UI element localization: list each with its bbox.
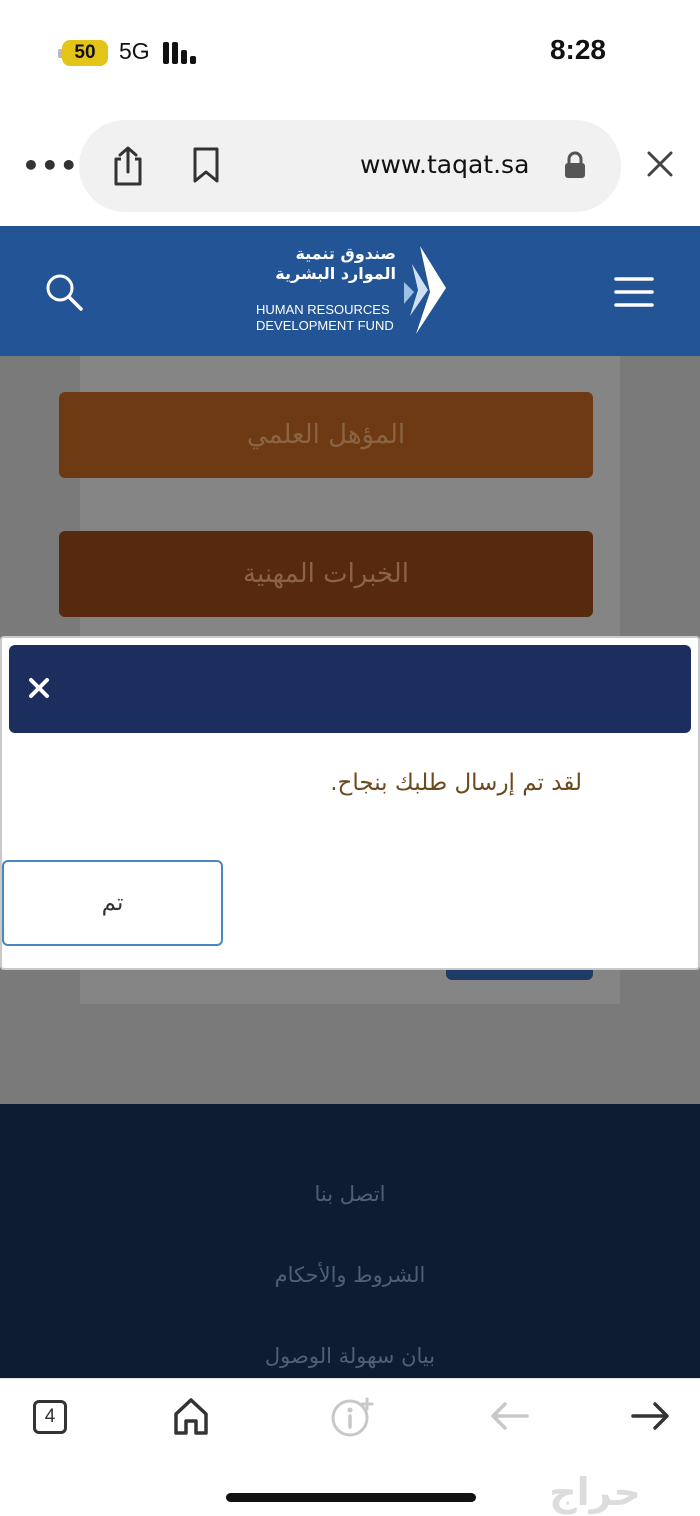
address-bar[interactable] <box>79 120 621 212</box>
url-text[interactable]: www.taqat.sa <box>360 150 529 179</box>
ellipsis-icon[interactable]: ••• <box>22 152 79 180</box>
tabs-button[interactable]: 4 <box>33 1400 67 1434</box>
bookmark-icon[interactable] <box>190 146 222 184</box>
close-icon[interactable] <box>26 675 52 701</box>
info-icon[interactable] <box>330 1396 374 1438</box>
back-arrow-icon[interactable] <box>488 1400 530 1432</box>
watermark-logo: حراج <box>549 1470 641 1514</box>
network-type: 5G <box>119 38 150 64</box>
logo-arabic-text: صندوق تنمية الموارد البشرية <box>275 244 396 283</box>
modal-header <box>9 645 691 733</box>
footer-link-accessibility[interactable]: بيان سهولة الوصول <box>0 1344 700 1368</box>
forward-arrow-icon[interactable] <box>630 1400 672 1432</box>
signal-icon <box>163 42 203 64</box>
site-footer <box>0 1104 700 1378</box>
status-time: 8:28 <box>549 34 606 65</box>
qualification-button[interactable]: المؤهل العلمي <box>59 392 593 478</box>
hamburger-menu-icon[interactable] <box>614 276 654 308</box>
logo-mark-icon <box>404 246 446 334</box>
footer-link-contact[interactable]: اتصل بنا <box>0 1182 700 1206</box>
footer-link-terms[interactable]: الشروط والأحكام <box>0 1263 700 1287</box>
home-icon[interactable] <box>172 1396 210 1436</box>
hrdf-logo[interactable]: صندوق تنمية الموارد البشرية HUMAN RESOUR… <box>250 244 450 338</box>
lock-icon <box>565 151 585 178</box>
share-icon[interactable] <box>108 145 148 187</box>
success-message: لقد تم إرسال طلبك بنجاح. <box>330 770 582 796</box>
search-icon[interactable] <box>44 272 84 312</box>
battery-indicator: 50 <box>62 40 108 66</box>
ok-button[interactable]: تم <box>2 860 223 946</box>
logo-english-text: HUMAN RESOURCES DEVELOPMENT FUND <box>256 302 394 333</box>
home-indicator <box>226 1493 476 1502</box>
experience-button[interactable]: الخبرات المهنية <box>59 531 593 617</box>
close-icon[interactable] <box>644 148 676 180</box>
